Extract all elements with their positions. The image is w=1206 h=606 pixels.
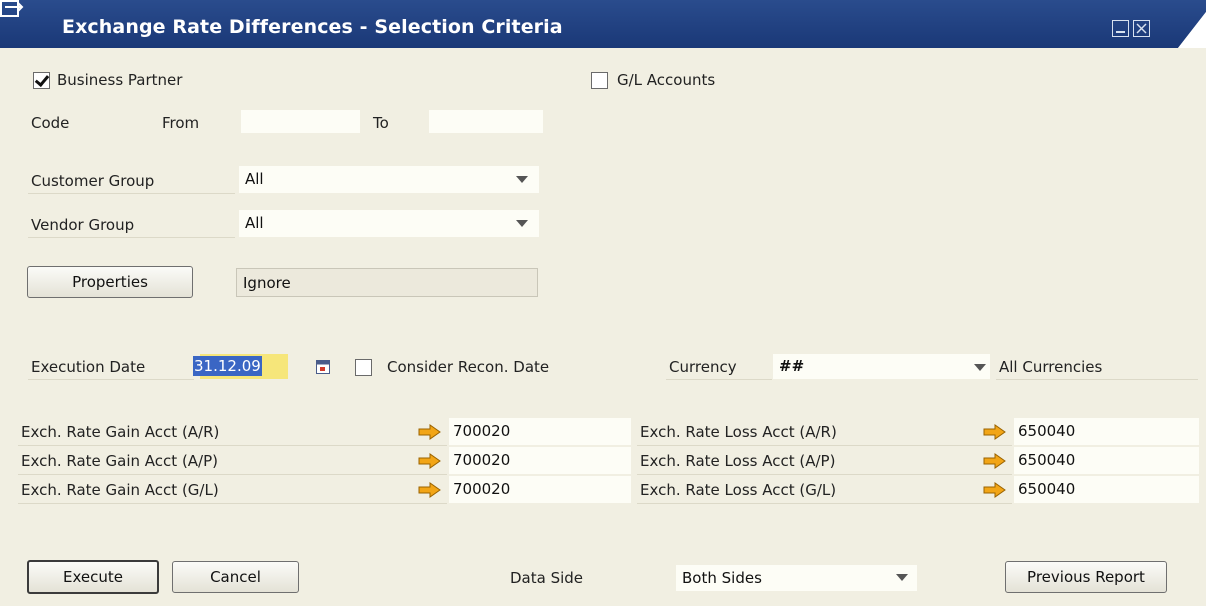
execution-date-input[interactable]: 31.12.09 xyxy=(193,354,343,379)
gain-account-label: Exch. Rate Gain Acct (A/P) xyxy=(21,452,219,470)
code-label: Code xyxy=(31,114,70,132)
loss-account-input[interactable]: 650040 xyxy=(1014,476,1199,503)
link-arrow-icon[interactable] xyxy=(983,424,1007,440)
row-underline xyxy=(18,445,447,446)
row-underline xyxy=(18,474,447,475)
execution-date-label: Execution Date xyxy=(31,358,146,376)
properties-value: Ignore xyxy=(243,274,291,292)
vendor-group-underline xyxy=(28,237,235,238)
consider-recon-date-label: Consider Recon. Date xyxy=(387,358,550,376)
business-partner-checkbox[interactable] xyxy=(33,72,50,89)
link-arrow-icon[interactable] xyxy=(418,424,442,440)
execution-date-value: 31.12.09 xyxy=(193,356,262,376)
link-arrow-icon[interactable] xyxy=(983,453,1007,469)
window-title: Exchange Rate Differences - Selection Cr… xyxy=(62,16,563,38)
gain-account-value: 700020 xyxy=(453,451,511,469)
data-side-select[interactable]: Both Sides xyxy=(676,565,917,591)
loss-account-value: 650040 xyxy=(1018,480,1076,498)
currency-underline xyxy=(666,379,772,380)
chevron-down-icon[interactable] xyxy=(516,176,528,183)
loss-account-label: Exch. Rate Loss Acct (G/L) xyxy=(640,481,837,499)
data-side-value: Both Sides xyxy=(682,569,762,587)
currency-description: All Currencies xyxy=(999,358,1103,376)
code-from-label: From xyxy=(162,114,200,132)
gain-account-input[interactable]: 700020 xyxy=(449,418,631,445)
row-underline xyxy=(637,503,1012,504)
currency-label: Currency xyxy=(669,358,737,376)
loss-account-value: 650040 xyxy=(1018,422,1076,440)
execution-date-underline xyxy=(28,379,194,380)
gain-account-label: Exch. Rate Gain Acct (G/L) xyxy=(21,481,219,499)
loss-account-label: Exch. Rate Loss Acct (A/R) xyxy=(640,423,837,441)
loss-account-input[interactable]: 650040 xyxy=(1014,447,1199,474)
exchange-rate-differences-window: Exchange Rate Differences - Selection Cr… xyxy=(0,0,1206,606)
vendor-group-value: All xyxy=(245,214,264,232)
close-icon[interactable] xyxy=(1133,20,1150,37)
customer-group-underline xyxy=(28,193,235,194)
properties-value-field: Ignore xyxy=(236,268,538,297)
customer-group-label: Customer Group xyxy=(31,172,155,190)
cancel-button-label: Cancel xyxy=(210,568,261,586)
chevron-down-icon[interactable] xyxy=(516,220,528,227)
gl-accounts-label: G/L Accounts xyxy=(617,71,716,89)
code-to-input[interactable] xyxy=(429,110,543,133)
row-underline xyxy=(18,503,447,504)
loss-account-input[interactable]: 650040 xyxy=(1014,418,1199,445)
currency-select[interactable]: ## xyxy=(773,354,990,379)
business-partner-label: Business Partner xyxy=(57,71,183,89)
link-arrow-icon[interactable] xyxy=(983,482,1007,498)
currency-value: ## xyxy=(779,357,805,375)
chevron-down-icon[interactable] xyxy=(896,574,908,581)
consider-recon-date-checkbox[interactable] xyxy=(355,359,372,376)
vendor-group-label: Vendor Group xyxy=(31,216,135,234)
execute-button[interactable]: Execute xyxy=(27,560,159,594)
minimize-icon[interactable] xyxy=(1112,20,1129,37)
gl-accounts-checkbox[interactable] xyxy=(591,72,608,89)
execute-button-label: Execute xyxy=(63,568,123,586)
link-arrow-icon[interactable] xyxy=(418,482,442,498)
data-side-label: Data Side xyxy=(510,569,584,587)
gain-account-input[interactable]: 700020 xyxy=(449,447,631,474)
properties-button[interactable]: Properties xyxy=(27,266,193,298)
customer-group-select[interactable]: All xyxy=(239,166,539,193)
vendor-group-select[interactable]: All xyxy=(239,210,539,237)
loss-account-label: Exch. Rate Loss Acct (A/P) xyxy=(640,452,836,470)
gain-account-input[interactable]: 700020 xyxy=(449,476,631,503)
link-arrow-icon[interactable] xyxy=(418,453,442,469)
gain-account-value: 700020 xyxy=(453,422,511,440)
gain-account-label: Exch. Rate Gain Acct (A/R) xyxy=(21,423,220,441)
window-icon xyxy=(0,0,24,17)
code-to-label: To xyxy=(373,114,389,132)
loss-account-value: 650040 xyxy=(1018,451,1076,469)
properties-button-label: Properties xyxy=(72,273,148,291)
previous-report-button[interactable]: Previous Report xyxy=(1005,561,1167,593)
gain-account-value: 700020 xyxy=(453,480,511,498)
title-bar[interactable]: Exchange Rate Differences - Selection Cr… xyxy=(0,0,1206,58)
chevron-down-icon[interactable] xyxy=(974,364,986,371)
row-underline xyxy=(637,474,1012,475)
code-from-input[interactable] xyxy=(241,110,360,133)
customer-group-value: All xyxy=(245,170,264,188)
currency-description-underline xyxy=(996,379,1198,380)
row-underline xyxy=(637,445,1012,446)
previous-report-button-label: Previous Report xyxy=(1027,568,1145,586)
cancel-button[interactable]: Cancel xyxy=(172,561,299,593)
